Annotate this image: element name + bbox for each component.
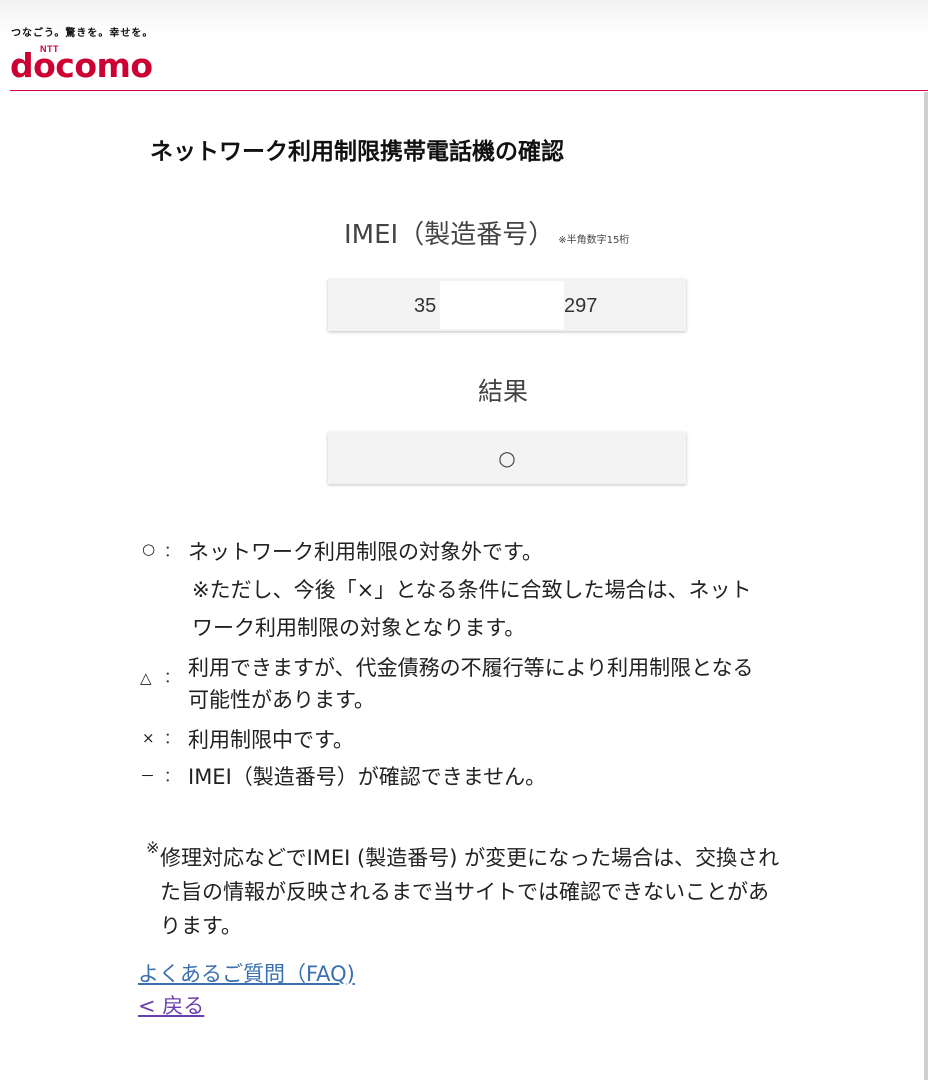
faq-link[interactable]: よくあるご質問（FAQ) [138, 958, 355, 988]
repair-note-text: 修理対応などでIMEI (製造番号) が変更になった場合は、交換され [160, 846, 780, 870]
legend-dash-text: IMEI（製造番号）が確認できません。 [188, 765, 547, 789]
legend-triangle-text: 利用できますが、代金債務の不履行等により利用制限となる [188, 656, 754, 680]
legend-dash-symbol: － [140, 767, 156, 785]
legend-circle-symbol: ○ [142, 540, 156, 558]
repair-note-text: た旨の情報が反映されるまで当サイトでは確認できないことがあ [160, 880, 769, 904]
page-title: ネットワーク利用制限携帯電話機の確認 [150, 139, 564, 165]
legend-triangle-text: 可能性があります。 [188, 688, 375, 712]
result-label: 結果 [478, 377, 529, 406]
imei-redaction [440, 281, 564, 329]
legend-triangle-symbol: △ [140, 669, 152, 687]
scrollbar-edge [924, 92, 928, 1080]
legend-colon: ： [164, 729, 180, 747]
result-value: ○ [498, 446, 516, 470]
legend-circle-note: ワーク利用制限の対象となります。 [192, 616, 526, 640]
imei-value-suffix: 297 [564, 295, 598, 317]
header-divider [10, 90, 928, 91]
legend-colon: ： [164, 767, 180, 785]
brand-slogan: つなごう。驚きを。幸せを。 [11, 28, 154, 39]
result-value-field: ○ [328, 432, 686, 484]
back-link[interactable]: < 戻る [138, 990, 204, 1020]
legend-circle-text: ネットワーク利用制限の対象外です。 [188, 540, 543, 564]
imei-value-prefix: 35 [414, 295, 437, 317]
legend-colon: ： [164, 668, 180, 686]
legend-colon: ： [164, 542, 180, 560]
imei-label-text: IMEI（製造番号） [344, 220, 555, 250]
imei-value-field: 35 297 [328, 279, 686, 331]
docomo-logo[interactable]: NTT docomo [10, 44, 180, 85]
imei-label: IMEI（製造番号） ※半角数字15桁 [344, 214, 629, 251]
note-mark: ※ [146, 838, 160, 857]
logo-wordmark: docomo [10, 46, 153, 85]
repair-note-text: ります。 [160, 914, 242, 938]
legend-cross-symbol: × [142, 729, 155, 747]
legend-cross-text: 利用制限中です。 [188, 728, 354, 752]
imei-format-note: ※半角数字15桁 [558, 235, 630, 246]
legend-circle-note: ※ただし、今後「×」となる条件に合致した場合は、ネット [192, 578, 752, 602]
